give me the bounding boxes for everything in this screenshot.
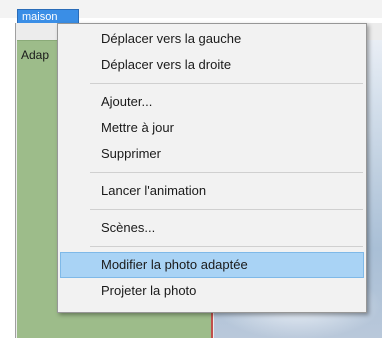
menu-separator	[90, 209, 363, 210]
menu-item-project-photo[interactable]: Projeter la photo	[58, 278, 366, 304]
context-menu: Déplacer vers la gauche Déplacer vers la…	[57, 23, 367, 313]
menu-item-add[interactable]: Ajouter...	[58, 89, 366, 115]
menu-separator	[90, 83, 363, 84]
menu-item-scenes[interactable]: Scènes...	[58, 215, 366, 241]
menu-item-update[interactable]: Mettre à jour	[58, 115, 366, 141]
menu-item-edit-adapted-photo[interactable]: Modifier la photo adaptée	[60, 252, 364, 278]
menu-item-move-right[interactable]: Déplacer vers la droite	[58, 52, 366, 78]
menu-separator	[90, 172, 363, 173]
panel-label: Adap	[21, 48, 50, 62]
tab-maison[interactable]: maison	[17, 9, 79, 23]
menu-item-move-left[interactable]: Déplacer vers la gauche	[58, 26, 366, 52]
menu-item-start-animation[interactable]: Lancer l'animation	[58, 178, 366, 204]
menu-separator	[90, 246, 363, 247]
menu-item-delete[interactable]: Supprimer	[58, 141, 366, 167]
